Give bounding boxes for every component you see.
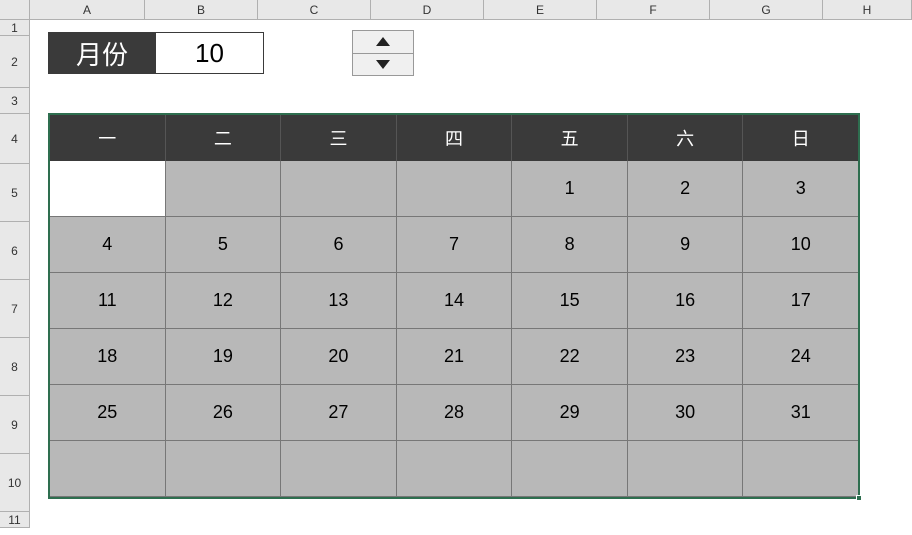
calendar-cell[interactable]: 25	[50, 385, 166, 441]
month-spinner	[352, 30, 414, 76]
spinner-up-button[interactable]	[352, 30, 414, 54]
calendar-cell[interactable]: 29	[512, 385, 628, 441]
calendar-cell[interactable]: 7	[397, 217, 513, 273]
column-header[interactable]: B	[145, 0, 258, 19]
row-header[interactable]: 8	[0, 338, 29, 396]
column-header[interactable]: E	[484, 0, 597, 19]
row-header[interactable]: 7	[0, 280, 29, 338]
calendar-cell[interactable]: 13	[281, 273, 397, 329]
calendar-cell[interactable]: 30	[628, 385, 744, 441]
weekday-header: 二	[166, 115, 282, 161]
column-header[interactable]: H	[823, 0, 912, 19]
calendar-cell[interactable]: 3	[743, 161, 858, 217]
month-row: 月份 10	[48, 32, 264, 74]
weekday-header: 日	[743, 115, 858, 161]
calendar-cell[interactable]	[50, 161, 166, 217]
row-header[interactable]: 1	[0, 20, 29, 36]
calendar-cell[interactable]: 27	[281, 385, 397, 441]
weekday-header: 一	[50, 115, 166, 161]
calendar-cell[interactable]: 1	[512, 161, 628, 217]
calendar-cell[interactable]: 23	[628, 329, 744, 385]
calendar-cell[interactable]	[397, 441, 513, 497]
calendar-cell[interactable]: 11	[50, 273, 166, 329]
calendar-cell[interactable]: 31	[743, 385, 858, 441]
spinner-down-button[interactable]	[352, 54, 414, 77]
column-header[interactable]: C	[258, 0, 371, 19]
calendar-cell[interactable]: 2	[628, 161, 744, 217]
weekday-header: 三	[281, 115, 397, 161]
calendar-cell[interactable]: 21	[397, 329, 513, 385]
weekday-header: 六	[628, 115, 744, 161]
calendar-cell[interactable]: 24	[743, 329, 858, 385]
row-header[interactable]: 5	[0, 164, 29, 222]
month-label: 月份	[48, 32, 156, 74]
calendar-cell[interactable]: 17	[743, 273, 858, 329]
calendar-cell[interactable]: 4	[50, 217, 166, 273]
calendar-cell[interactable]	[281, 161, 397, 217]
calendar-cell[interactable]	[628, 441, 744, 497]
calendar-cell[interactable]	[397, 161, 513, 217]
calendar-cell[interactable]	[166, 441, 282, 497]
calendar-cell[interactable]: 22	[512, 329, 628, 385]
calendar-cell[interactable]: 14	[397, 273, 513, 329]
month-value[interactable]: 10	[156, 32, 264, 74]
column-header[interactable]: G	[710, 0, 823, 19]
calendar-cell[interactable]	[512, 441, 628, 497]
calendar-cell[interactable]: 12	[166, 273, 282, 329]
row-header[interactable]: 6	[0, 222, 29, 280]
calendar-range[interactable]: 一二三四五六日123456789101112131415161718192021…	[48, 113, 860, 499]
row-header[interactable]: 2	[0, 36, 29, 88]
calendar-cell[interactable]	[166, 161, 282, 217]
calendar-cell[interactable]: 28	[397, 385, 513, 441]
calendar-cell[interactable]: 19	[166, 329, 282, 385]
calendar-cell[interactable]: 15	[512, 273, 628, 329]
calendar-cell[interactable]	[281, 441, 397, 497]
row-header[interactable]: 10	[0, 454, 29, 512]
column-headers: ABCDEFGH	[0, 0, 912, 20]
weekday-header: 四	[397, 115, 513, 161]
calendar-cell[interactable]: 6	[281, 217, 397, 273]
calendar-cell[interactable]: 16	[628, 273, 744, 329]
calendar-cell[interactable]: 8	[512, 217, 628, 273]
row-header[interactable]: 4	[0, 114, 29, 164]
calendar-cell[interactable]: 18	[50, 329, 166, 385]
calendar-cell[interactable]: 26	[166, 385, 282, 441]
weekday-header: 五	[512, 115, 628, 161]
column-header[interactable]: D	[371, 0, 484, 19]
row-headers: 1234567891011	[0, 20, 30, 528]
calendar-cell[interactable]: 10	[743, 217, 858, 273]
triangle-down-icon	[376, 60, 390, 69]
triangle-up-icon	[376, 37, 390, 46]
calendar-cell[interactable]	[50, 441, 166, 497]
row-header[interactable]: 9	[0, 396, 29, 454]
row-header[interactable]: 11	[0, 512, 29, 528]
calendar-cell[interactable]	[743, 441, 858, 497]
sheet-area[interactable]: 月份 10 一二三四五六日123456789101112131415161718…	[30, 20, 912, 535]
column-header[interactable]: A	[30, 0, 145, 19]
column-header[interactable]: F	[597, 0, 710, 19]
calendar-cell[interactable]: 5	[166, 217, 282, 273]
selection-fill-handle[interactable]	[856, 495, 862, 501]
row-header[interactable]: 3	[0, 88, 29, 114]
corner-cell[interactable]	[0, 0, 30, 19]
calendar-cell[interactable]: 20	[281, 329, 397, 385]
calendar-cell[interactable]: 9	[628, 217, 744, 273]
